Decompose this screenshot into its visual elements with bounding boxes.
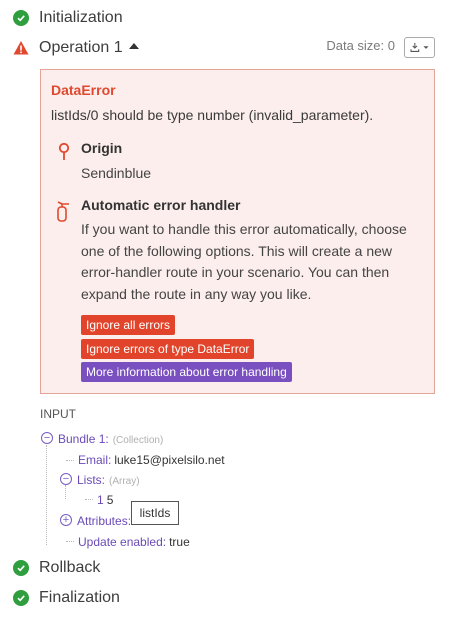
handler-description: If you want to handle this error automat… <box>81 221 407 302</box>
collapse-lists-icon[interactable]: − <box>60 473 72 485</box>
tree-key: Bundle 1: <box>58 432 109 446</box>
tree-key: Lists: <box>77 473 106 487</box>
step-rollback[interactable]: Rollback <box>0 555 449 581</box>
tree-guide <box>46 445 47 545</box>
step-label: Operation 1 <box>39 39 139 57</box>
tree-key: Update enabled: <box>78 535 167 549</box>
tree-guide <box>85 499 93 500</box>
input-heading: INPUT <box>40 407 76 421</box>
tree-key: Email: <box>78 453 112 467</box>
tree-guide <box>66 460 74 461</box>
data-size-label: Data size: 0 <box>326 38 395 53</box>
ignore-datatype-errors-button[interactable]: Ignore errors of type DataError <box>81 339 255 359</box>
tree-guide <box>66 541 74 542</box>
tree-value: 5 <box>106 493 114 507</box>
origin-title: Origin <box>81 140 123 156</box>
tree-lists: Lists: (Array) <box>77 473 140 487</box>
download-button[interactable] <box>404 37 435 58</box>
warning-icon <box>13 40 29 56</box>
step-label: Initialization <box>39 9 123 26</box>
tree-list-item: 15 <box>97 493 113 507</box>
tree-value: true <box>169 535 190 549</box>
tree-type: (Array) <box>109 476 140 487</box>
tree-update-enabled: Update enabled: true <box>78 535 190 549</box>
origin-value: Sendinblue <box>81 165 152 181</box>
tree-bundle: Bundle 1: (Collection) <box>58 432 163 446</box>
operation-title: Operation 1 <box>39 39 123 56</box>
step-initialization[interactable]: Initialization <box>0 5 449 31</box>
collapse-bundle-icon[interactable]: − <box>41 432 53 444</box>
tree-key: Attributes: <box>77 514 132 528</box>
download-icon <box>409 42 429 52</box>
tree-index: 1 <box>97 493 104 507</box>
tree-attributes: Attributes: <box>77 514 131 528</box>
tree-email: Email: luke15@pixelsilo.net <box>78 453 225 467</box>
tree-guide <box>65 485 66 499</box>
step-label: Finalization <box>39 589 120 606</box>
step-finalization[interactable]: Finalization <box>0 585 449 611</box>
success-check-icon <box>13 590 29 606</box>
success-check-icon <box>13 560 29 576</box>
expand-attributes-icon[interactable]: + <box>60 514 72 526</box>
more-info-button[interactable]: More information about error handling <box>81 362 292 382</box>
error-title: DataError <box>51 82 116 98</box>
tree-value: luke15@pixelsilo.net <box>114 453 225 467</box>
tree-type: (Collection) <box>112 435 164 446</box>
success-check-icon <box>13 10 29 26</box>
error-message: listIds/0 should be type number (invalid… <box>51 107 374 123</box>
caret-up-icon[interactable] <box>128 42 139 49</box>
step-label: Rollback <box>39 559 101 576</box>
tooltip: listIds <box>131 501 179 525</box>
fire-extinguisher-icon <box>54 201 70 222</box>
ignore-all-errors-button[interactable]: Ignore all errors <box>81 315 176 335</box>
handler-title: Automatic error handler <box>81 197 241 213</box>
error-panel: DataError listIds/0 should be type numbe… <box>40 69 435 394</box>
location-pin-icon <box>56 142 72 162</box>
